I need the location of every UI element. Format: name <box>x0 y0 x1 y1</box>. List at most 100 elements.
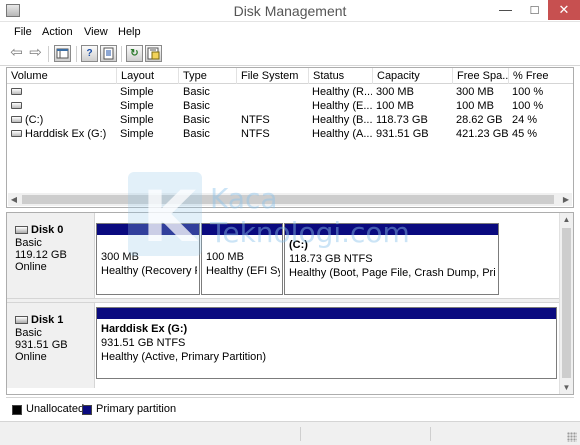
column-header-percent-free[interactable]: % Free <box>509 68 573 84</box>
volume-capacity: 931.51 GB <box>376 128 429 140</box>
volume-status: Healthy (B... <box>312 114 372 126</box>
volume-percent-free: 24 % <box>512 114 538 126</box>
minimize-button[interactable]: — <box>491 0 520 20</box>
volume-percent-free: 45 % <box>512 128 538 140</box>
partition-size: 300 MB <box>101 251 139 263</box>
volume-file-system: NTFS <box>241 128 270 140</box>
volume-free-space: 100 MB <box>456 100 494 112</box>
disk-0-label[interactable]: Disk 0 Basic 119.12 GB Online <box>7 213 95 298</box>
legend-swatch-unallocated <box>12 405 22 415</box>
column-header-status[interactable]: Status <box>309 68 373 84</box>
volume-percent-free: 100 % <box>512 100 544 112</box>
volume-type: Basic <box>183 86 210 98</box>
column-header-capacity[interactable]: Capacity <box>373 68 453 84</box>
volume-drive-icon <box>11 116 22 123</box>
scroll-right-icon[interactable]: ▶ <box>560 193 572 206</box>
properties-icon[interactable] <box>100 45 117 62</box>
status-bar <box>0 421 580 445</box>
toolbar-separator <box>121 46 122 62</box>
disk-type: Basic <box>15 327 42 339</box>
volume-row[interactable]: Simple Basic Healthy (R... 300 MB 300 MB… <box>7 85 573 99</box>
menu-bar: File Action View Help <box>0 22 580 42</box>
help-icon[interactable]: ? <box>81 45 98 62</box>
volume-layout: Simple <box>120 100 154 112</box>
column-header-free-space[interactable]: Free Spa... <box>453 68 509 84</box>
menu-action[interactable]: Action <box>42 26 73 38</box>
volume-capacity: 100 MB <box>376 100 414 112</box>
export-list-icon[interactable] <box>145 45 162 62</box>
toolbar-separator <box>48 46 49 62</box>
legend-label-unallocated: Unallocated <box>26 403 85 415</box>
volume-free-space: 300 MB <box>456 86 494 98</box>
volume-free-space: 421.23 GB <box>456 128 509 140</box>
refresh-icon[interactable]: ↻ <box>126 45 143 62</box>
volume-drive-icon <box>11 102 22 109</box>
horizontal-scroll-thumb[interactable] <box>22 195 554 204</box>
volume-list-horizontal-scrollbar[interactable]: ◀ ▶ <box>8 193 572 206</box>
volume-type: Basic <box>183 100 210 112</box>
scroll-down-icon[interactable]: ▼ <box>560 381 573 394</box>
partition-size: 118.73 GB NTFS <box>289 253 373 265</box>
disk-size: 931.51 GB <box>15 339 68 351</box>
title-bar: Disk Management — □ ✕ <box>0 0 580 22</box>
partition-status: Healthy (Boot, Page File, Crash Dump, Pr… <box>289 267 496 279</box>
disk-type: Basic <box>15 237 42 249</box>
close-button[interactable]: ✕ <box>548 0 580 20</box>
volume-file-system: NTFS <box>241 114 270 126</box>
scroll-up-icon[interactable]: ▲ <box>560 213 573 226</box>
volume-type: Basic <box>183 114 210 126</box>
partition-label: Harddisk Ex (G:) <box>101 323 188 335</box>
disk-1-label[interactable]: Disk 1 Basic 931.51 GB Online <box>7 303 95 388</box>
partition-harddisk-ex[interactable]: Harddisk Ex (G:) 931.51 GB NTFS Healthy … <box>96 307 557 379</box>
disk-map-vertical-scrollbar[interactable]: ▲ ▼ <box>559 213 573 394</box>
scroll-left-icon[interactable]: ◀ <box>8 193 20 206</box>
legend: Unallocated Primary partition <box>6 397 574 419</box>
column-header-volume[interactable]: Volume <box>7 68 117 84</box>
menu-view[interactable]: View <box>84 26 108 38</box>
disk-icon <box>15 316 28 324</box>
disk-name: Disk 0 <box>31 224 64 236</box>
resize-grip[interactable] <box>567 432 577 442</box>
partition-status: Healthy (Recovery Pa <box>101 265 197 277</box>
volume-capacity: 300 MB <box>376 86 414 98</box>
column-header-file-system[interactable]: File System <box>237 68 309 84</box>
disk-name: Disk 1 <box>31 314 64 326</box>
disk-map: Disk 0 Basic 119.12 GB Online 300 MB Hea… <box>6 212 574 395</box>
disk-status: Online <box>15 351 47 363</box>
volume-type: Basic <box>183 128 210 140</box>
volume-status: Healthy (R... <box>312 86 372 98</box>
forward-arrow-icon[interactable]: ⇨ <box>27 45 44 62</box>
menu-file[interactable]: File <box>14 26 32 38</box>
toolbar: ⇦ ⇨ ? ↻ <box>0 42 580 66</box>
partition-efi-system[interactable]: 100 MB Healthy (EFI Syst <box>201 223 283 295</box>
vertical-scroll-thumb[interactable] <box>562 228 571 378</box>
disk-icon <box>15 226 28 234</box>
volume-name: (C:) <box>25 114 44 126</box>
volume-status: Healthy (E... <box>312 100 372 112</box>
maximize-button[interactable]: □ <box>520 0 549 20</box>
partition-status: Healthy (Active, Primary Partition) <box>101 351 267 363</box>
partition-recovery[interactable]: 300 MB Healthy (Recovery Pa <box>96 223 200 295</box>
partition-size: 931.51 GB NTFS <box>101 337 186 349</box>
partition-color-bar <box>97 224 199 235</box>
partition-color-bar <box>97 308 556 319</box>
volume-row[interactable]: Simple Basic Healthy (E... 100 MB 100 MB… <box>7 99 573 113</box>
volume-layout: Simple <box>120 86 154 98</box>
back-arrow-icon[interactable]: ⇦ <box>8 45 25 62</box>
volume-status: Healthy (A... <box>312 128 372 140</box>
partition-color-bar <box>285 224 498 235</box>
volume-list-header: Volume Layout Type File System Status Ca… <box>7 68 573 84</box>
volume-free-space: 28.62 GB <box>456 114 503 126</box>
column-header-type[interactable]: Type <box>179 68 237 84</box>
volume-row[interactable]: (C:) Simple Basic NTFS Healthy (B... 118… <box>7 113 573 127</box>
volume-name: Harddisk Ex (G:) <box>25 128 107 140</box>
column-header-layout[interactable]: Layout <box>117 68 179 84</box>
show-hide-console-tree-icon[interactable] <box>54 45 71 62</box>
volume-layout: Simple <box>120 128 154 140</box>
status-bar-divider <box>430 427 431 441</box>
partition-c-drive[interactable]: (C:) 118.73 GB NTFS Healthy (Boot, Page … <box>284 223 499 295</box>
menu-help[interactable]: Help <box>118 26 141 38</box>
partition-color-bar <box>202 224 282 235</box>
volume-row[interactable]: Harddisk Ex (G:) Simple Basic NTFS Healt… <box>7 127 573 141</box>
legend-label-primary-partition: Primary partition <box>96 403 177 415</box>
